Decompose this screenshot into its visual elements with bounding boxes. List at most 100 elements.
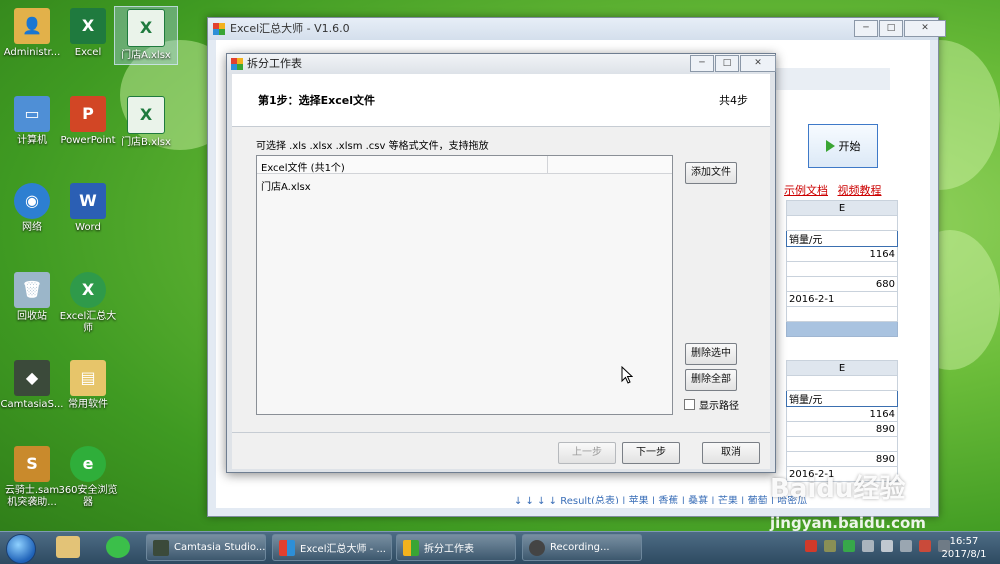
- recycle-bin-icon: 🗑: [14, 272, 50, 308]
- desktop-icon-recycle-bin[interactable]: 🗑 回收站: [0, 272, 64, 323]
- desktop-icon-camtasia[interactable]: ◆ CamtasiaS...: [0, 360, 64, 411]
- wizard-header: 第1步：选择Excel文件 共4步: [232, 74, 770, 127]
- taskbar-item-label: 拆分工作表: [424, 544, 474, 555]
- desktop-icon-label: Word: [75, 222, 101, 233]
- file-list[interactable]: Excel文件 (共1个) 门店A.xlsx: [256, 155, 673, 415]
- flag-icon[interactable]: [919, 540, 931, 552]
- video-tutorial-link[interactable]: 视频教程: [838, 184, 882, 197]
- tray-app-icon[interactable]: [824, 540, 836, 552]
- grid-col-header: E: [786, 200, 898, 216]
- dialog-app-icon: [231, 58, 243, 70]
- desktop-icon-label: 云骑士.sam 机突袭助...: [4, 485, 60, 508]
- maximize-button[interactable]: □: [715, 55, 739, 72]
- show-path-checkbox[interactable]: 显示路径: [684, 397, 739, 412]
- list-item[interactable]: 门店A.xlsx: [261, 178, 311, 193]
- taskbar-item-camtasia[interactable]: Camtasia Studio...: [146, 534, 266, 561]
- desktop-icon-network[interactable]: ◉ 网络: [0, 183, 64, 234]
- taskbar-item-excel-master[interactable]: Excel汇总大师 - ...: [272, 534, 392, 561]
- desktop-icon-powerpoint[interactable]: P PowerPoint: [56, 96, 120, 147]
- wizard-body: 可选择 .xls .xlsx .xlsm .csv 等格式文件，支持拖放 Exc…: [232, 127, 770, 432]
- desktop-icon-label: 门店A.xlsx: [121, 50, 171, 61]
- prev-step-button[interactable]: 上一步: [558, 442, 616, 464]
- close-button[interactable]: ✕: [740, 55, 776, 72]
- mouse-cursor-icon: [621, 366, 633, 384]
- desktop-icon-label: 回收站: [17, 311, 47, 322]
- desktop-icon-label: CamtasiaS...: [0, 399, 64, 410]
- grid-cell: 680: [786, 276, 898, 292]
- dialog-window-controls: ─ □ ✕: [689, 55, 776, 72]
- taskbar-item-recording[interactable]: Recording...: [522, 534, 642, 561]
- desktop-icon-label: Administr...: [3, 47, 61, 58]
- input-method-icon[interactable]: [805, 540, 817, 552]
- minimize-button[interactable]: ─: [854, 20, 878, 37]
- delete-selected-button[interactable]: 删除选中: [685, 343, 737, 365]
- column-divider[interactable]: [547, 156, 548, 173]
- next-step-button[interactable]: 下一步: [622, 442, 680, 464]
- explorer-icon[interactable]: [56, 536, 80, 558]
- file-list-column: Excel文件 (共1个): [261, 163, 345, 174]
- desktop-icon-store-b[interactable]: X 门店B.xlsx: [114, 96, 178, 149]
- powerpoint-icon: P: [70, 96, 106, 132]
- taskbar-item-split-sheet[interactable]: 拆分工作表: [396, 534, 516, 561]
- volume-icon[interactable]: [881, 540, 893, 552]
- grid-cell: [786, 436, 898, 452]
- taskbar-item-label: Excel汇总大师 - ...: [300, 544, 386, 555]
- start-menu-button[interactable]: [6, 534, 36, 564]
- selection-frame: X 门店A.xlsx: [114, 6, 178, 65]
- step-total: 共4步: [719, 94, 748, 107]
- main-window-controls: ─ □ ✕: [853, 20, 946, 37]
- maximize-button[interactable]: □: [879, 20, 903, 37]
- add-file-button[interactable]: 添加文件: [685, 162, 737, 184]
- system-clock[interactable]: 16:57 2017/8/1: [934, 535, 994, 561]
- camtasia-icon: ◆: [14, 360, 50, 396]
- grid-cell: 1164: [786, 246, 898, 262]
- main-titlebar[interactable]: Excel汇总大师 - V1.6.0 ─ □ ✕: [208, 18, 946, 40]
- browser-icon[interactable]: [106, 536, 130, 558]
- security-icon[interactable]: [843, 540, 855, 552]
- taskbar-item-label: Camtasia Studio...: [174, 542, 266, 553]
- file-type-hint: 可选择 .xls .xlsx .xlsm .csv 等格式文件，支持拖放: [256, 141, 489, 152]
- play-icon: [825, 140, 835, 152]
- desktop-icon-label: Excel汇总大师: [59, 311, 117, 334]
- excel-icon: X: [70, 8, 106, 44]
- file-list-header[interactable]: Excel文件 (共1个): [257, 156, 672, 174]
- desktop-icon-yunqishi[interactable]: S 云骑士.sam 机突袭助...: [0, 446, 64, 509]
- grid-cell: 890: [786, 451, 898, 467]
- grid-header-cell: 销量/元: [786, 390, 898, 407]
- close-button[interactable]: ✕: [904, 20, 946, 37]
- delete-all-button[interactable]: 删除全部: [685, 369, 737, 391]
- preview-grid-2: E 销量/元 1164 890 890 2016-2-1: [786, 360, 898, 482]
- computer-icon: ▭: [14, 96, 50, 132]
- clock-time: 16:57: [949, 536, 979, 547]
- desktop-icon-software-folder[interactable]: ▤ 常用软件: [56, 360, 120, 411]
- desktop-icon-word[interactable]: W Word: [56, 183, 120, 234]
- desktop-icon-excel[interactable]: X Excel: [56, 8, 120, 59]
- cancel-button[interactable]: 取消: [702, 442, 760, 464]
- split-worksheet-dialog: 拆分工作表 ─ □ ✕ 第1步：选择Excel文件 共4步 可选择 .xls .…: [226, 53, 776, 473]
- desktop-icon-360-browser[interactable]: e 360安全浏览器: [56, 446, 120, 509]
- network-icon: ◉: [14, 183, 50, 219]
- help-links: 示例文档 视频教程: [784, 182, 888, 198]
- browser-360-icon: e: [70, 446, 106, 482]
- minimize-button[interactable]: ─: [690, 55, 714, 72]
- toolbar-strip: [776, 68, 890, 90]
- checkbox-box[interactable]: [684, 399, 695, 410]
- desktop-icon-label: 360安全浏览器: [58, 485, 118, 508]
- start-button[interactable]: 开始: [808, 124, 878, 168]
- yunqishi-icon: S: [14, 446, 50, 482]
- desktop-icon-excel-master[interactable]: X Excel汇总大师: [56, 272, 120, 335]
- word-icon: W: [70, 183, 106, 219]
- signal-icon[interactable]: [900, 540, 912, 552]
- show-path-label: 显示路径: [699, 401, 739, 412]
- dialog-title: 拆分工作表: [247, 57, 302, 70]
- desktop-icon-label: 常用软件: [68, 399, 108, 410]
- system-tray: [805, 540, 950, 552]
- grid-cell: [786, 215, 898, 231]
- desktop-icon-computer[interactable]: ▭ 计算机: [0, 96, 64, 147]
- sample-doc-link[interactable]: 示例文档: [784, 184, 828, 197]
- dialog-titlebar[interactable]: 拆分工作表 ─ □ ✕: [227, 54, 776, 74]
- desktop-icon-administrator[interactable]: 👤 Administr...: [0, 8, 64, 59]
- desktop-icon-store-a[interactable]: X 门店A.xlsx: [114, 6, 178, 65]
- network-tray-icon[interactable]: [862, 540, 874, 552]
- desktop-icon-label: 网络: [22, 222, 42, 233]
